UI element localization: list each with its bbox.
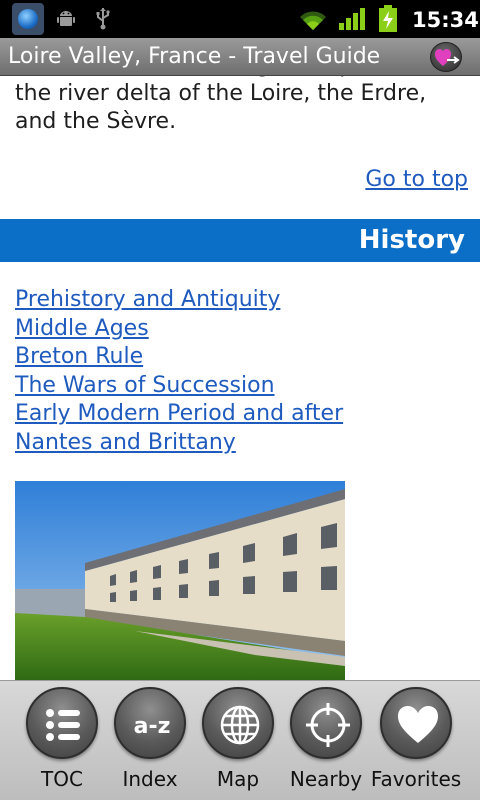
heart-icon	[398, 706, 438, 743]
link-nantes-and-brittany[interactable]: Nantes and Brittany	[15, 429, 343, 458]
nav-nearby-button[interactable]: Nearby	[282, 681, 370, 800]
globe-icon	[220, 705, 260, 745]
wifi-icon	[300, 11, 326, 30]
app-title: Loire Valley, France - Travel Guide	[8, 44, 381, 69]
nav-toc-label: TOC	[41, 767, 83, 791]
nav-favorites-label: Favorites	[370, 767, 462, 791]
heart-arrow-icon	[435, 49, 460, 66]
section-title: History	[358, 225, 465, 255]
article-content[interactable]: l'Ouest), a name owing to its position o…	[0, 38, 480, 680]
nav-nearby-label: Nearby	[289, 767, 363, 791]
battery-charging-icon	[379, 5, 397, 32]
section-header: History	[0, 219, 480, 262]
signal-icon	[339, 8, 365, 30]
nav-index-button[interactable]: a-z Index	[106, 681, 194, 800]
link-early-modern-period[interactable]: Early Modern Period and after	[15, 400, 343, 429]
link-middle-ages[interactable]: Middle Ages	[15, 315, 343, 344]
nav-map-button[interactable]: Map	[194, 681, 282, 800]
list-icon	[46, 709, 80, 741]
bottom-navigation: TOC a-z Index Map Nearby Favorites	[0, 680, 480, 800]
nav-favorites-button[interactable]: Favorites	[370, 681, 462, 800]
a-z-icon: a-z	[134, 714, 171, 739]
history-links: Prehistory and Antiquity Middle Ages Bre…	[15, 286, 343, 457]
link-breton-rule[interactable]: Breton Rule	[15, 343, 343, 372]
link-wars-of-succession[interactable]: The Wars of Succession	[15, 372, 343, 401]
status-time: 15:34	[412, 8, 479, 32]
android-debug-icon	[57, 11, 75, 26]
add-favorite-button[interactable]	[430, 42, 462, 72]
usb-icon	[96, 8, 110, 30]
status-bar: 15:34	[0, 0, 480, 38]
target-icon	[306, 703, 350, 747]
nav-index-label: Index	[122, 767, 178, 791]
svg-text:a-z: a-z	[134, 714, 171, 739]
title-bar: Loire Valley, France - Travel Guide	[0, 38, 480, 76]
nantes-photo	[15, 481, 345, 680]
app-icon	[12, 3, 44, 35]
nav-toc-button[interactable]: TOC	[18, 681, 106, 800]
link-prehistory-and-antiquity[interactable]: Prehistory and Antiquity	[15, 286, 343, 315]
go-to-top-link[interactable]: Go to top	[365, 166, 468, 194]
nav-map-label: Map	[216, 767, 260, 791]
